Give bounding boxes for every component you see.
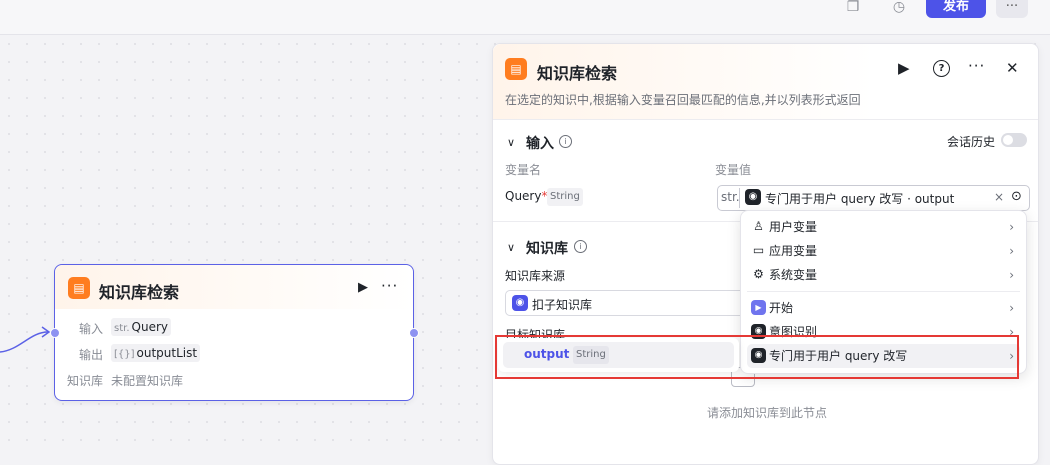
divider xyxy=(739,188,740,208)
history-icon[interactable]: ◷ xyxy=(884,0,914,18)
more-options-button[interactable]: ··· xyxy=(996,0,1028,18)
knowledge-retrieval-node[interactable]: ▤ 知识库检索 ▶ ··· 输入 str. Query 输出 [{}] output… xyxy=(50,264,419,401)
input-port[interactable] xyxy=(50,328,60,338)
input-name: Query xyxy=(131,320,168,334)
menu-item-label: 应用变量 xyxy=(769,244,818,258)
copy-icon[interactable]: ❐ xyxy=(838,0,868,18)
panel-description: 在选定的知识中,根据输入变量召回最匹配的信息,并以列表形式返回 xyxy=(505,93,861,107)
chevron-right-icon: › xyxy=(1009,220,1014,234)
menu-item-user-variables[interactable]: ♙ 用户变量 › xyxy=(747,215,1020,239)
top-toolbar: ❐ ◷ 发布 ··· xyxy=(0,0,1050,35)
bot-icon: ◉ xyxy=(745,189,761,205)
input-param-tag: str. Query xyxy=(111,318,171,336)
clear-icon[interactable]: × xyxy=(994,190,1004,204)
node-title: 知识库检索 xyxy=(99,283,180,302)
publish-button[interactable]: 发布 xyxy=(926,0,986,18)
empty-kb-hint: 请添加知识库到此节点 xyxy=(707,406,828,420)
kb-source-value: 扣子知识库 xyxy=(532,298,593,312)
variable-value-field[interactable]: str. ◉ 专门用于用户 query 改写 · output × ⊙ xyxy=(717,185,1030,211)
user-icon: ♙ xyxy=(753,219,764,233)
output-name: outputList xyxy=(136,346,198,360)
node-header: ▤ 知识库检索 ▶ ··· xyxy=(55,265,413,309)
menu-item-app-variables[interactable]: ▭ 应用变量 › xyxy=(747,239,1020,263)
menu-item-start[interactable]: ▶ 开始 › xyxy=(747,296,1020,320)
menu-item-label: 开始 xyxy=(769,301,794,315)
node-input-label: 输入 xyxy=(79,322,104,336)
menu-divider xyxy=(747,291,1020,292)
node-kb-label: 知识库 xyxy=(67,374,104,388)
coze-icon: ◉ xyxy=(512,295,528,311)
node-kb-value: 未配置知识库 xyxy=(111,374,184,388)
folder-icon: ▭ xyxy=(752,243,765,257)
menu-item-system-variables[interactable]: ⚙ 系统变量 › xyxy=(747,263,1020,287)
menu-item-label: 系统变量 xyxy=(769,268,818,282)
variable-picker-icon[interactable]: ⊙ xyxy=(1011,189,1022,204)
start-icon: ▶ xyxy=(751,300,766,315)
panel-header: ▤ 知识库检索 ▶ ? ··· ✕ 在选定的知识中,根据输入变量召回最匹配的信息… xyxy=(493,44,1038,120)
panel-title: 知识库检索 xyxy=(537,64,618,83)
gear-icon: ⚙ xyxy=(753,267,764,281)
info-icon[interactable]: i xyxy=(559,135,572,148)
chevron-right-icon: › xyxy=(1009,244,1014,258)
close-icon[interactable]: ✕ xyxy=(1006,59,1019,77)
knowledge-base-icon: ▤ xyxy=(68,277,90,299)
node-output-label: 输出 xyxy=(79,348,104,362)
column-header-name: 变量名 xyxy=(505,163,542,177)
column-header-value: 变量值 xyxy=(715,163,752,177)
variable-name: Query* xyxy=(505,189,547,203)
chevron-right-icon: › xyxy=(1009,301,1014,315)
knowledge-base-icon: ▤ xyxy=(505,58,527,80)
chevron-down-icon[interactable]: ∨ xyxy=(507,136,515,149)
info-icon[interactable]: i xyxy=(574,240,587,253)
value-prefix: str. xyxy=(721,190,740,204)
session-history-toggle[interactable] xyxy=(1001,133,1027,147)
output-port[interactable] xyxy=(409,328,419,338)
chevron-right-icon: › xyxy=(1009,268,1014,282)
menu-item-label: 用户变量 xyxy=(769,220,818,234)
output-param-tag: [{}] outputList xyxy=(111,344,201,362)
selection-highlight xyxy=(495,335,1019,379)
run-icon[interactable]: ▶ xyxy=(358,280,368,295)
kb-source-select[interactable]: ◉ 扣子知识库 xyxy=(505,290,767,316)
kb-source-label: 知识库来源 xyxy=(505,269,566,283)
run-icon[interactable]: ▶ xyxy=(898,59,910,77)
output-type: [{}] xyxy=(114,349,135,360)
connection-line xyxy=(0,326,51,353)
session-history-label: 会话历史 xyxy=(947,135,996,149)
value-text: 专门用于用户 query 改写 · output xyxy=(765,192,955,206)
input-section-title[interactable]: 输入 xyxy=(526,133,554,153)
kb-section-title[interactable]: 知识库 xyxy=(526,238,568,258)
input-type: str. xyxy=(114,323,130,334)
node-more-button[interactable]: ··· xyxy=(381,277,398,295)
variable-name-text: Query xyxy=(505,189,542,203)
variable-type-tag: String xyxy=(547,188,583,206)
help-icon[interactable]: ? xyxy=(933,60,950,77)
chevron-down-icon[interactable]: ∨ xyxy=(507,241,515,254)
panel-more-button[interactable]: ··· xyxy=(968,57,985,75)
